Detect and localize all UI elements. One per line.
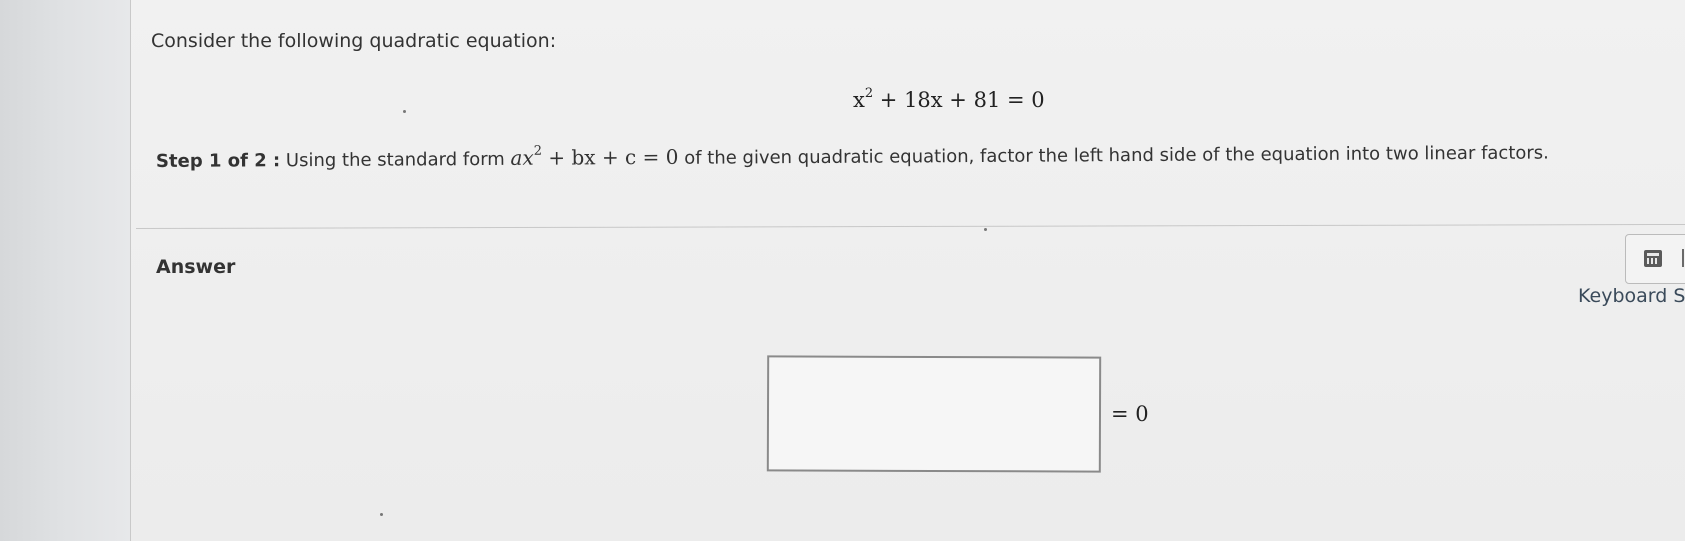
equation-rest: + 18x + 81 = 0 xyxy=(873,88,1045,112)
quadratic-equation: x2 + 18x + 81 = 0 xyxy=(853,86,1045,112)
question-intro: Consider the following quadratic equatio… xyxy=(151,30,557,52)
equals-zero: = 0 xyxy=(1111,402,1149,426)
std-form-a-term: ax xyxy=(510,145,534,170)
step-text-before: Using the standard form xyxy=(280,148,511,172)
keyboard-shortcuts-link[interactable]: Keyboard S xyxy=(1578,285,1685,307)
screen-speck xyxy=(403,110,406,113)
equation-exponent: 2 xyxy=(864,86,874,101)
answer-input[interactable] xyxy=(766,355,1102,473)
equation-base: x xyxy=(853,88,865,112)
screen-speck xyxy=(380,513,383,516)
calculator-label-fragment xyxy=(1682,249,1684,267)
calculator-button[interactable] xyxy=(1625,234,1685,284)
std-form-rest: + bx + c = 0 xyxy=(541,144,679,170)
std-form-exponent: 2 xyxy=(533,143,543,160)
answer-label: Answer xyxy=(156,256,236,278)
standard-form: ax2 + bx + c = 0 xyxy=(510,143,679,170)
step-label: Step 1 of 2 : xyxy=(155,150,281,172)
calculator-icon xyxy=(1644,250,1662,267)
screen-speck xyxy=(984,228,987,231)
